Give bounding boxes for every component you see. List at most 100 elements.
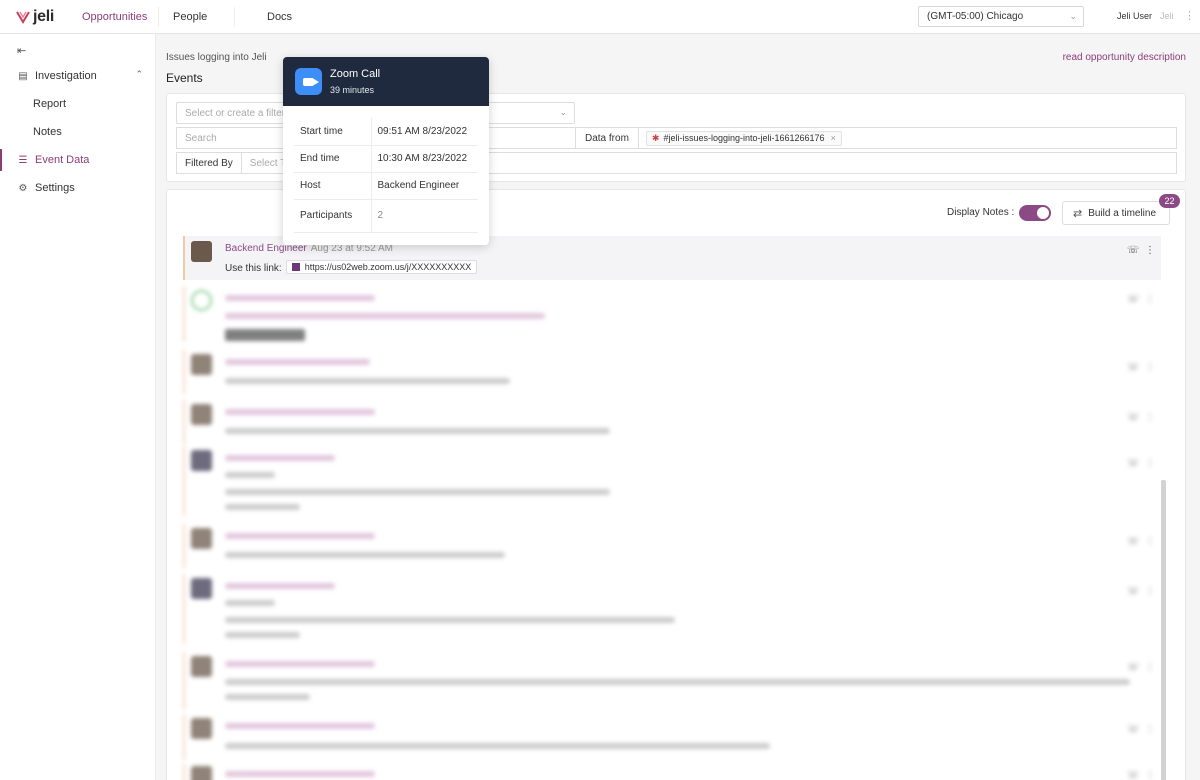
event-text [225, 617, 675, 623]
more-options-icon[interactable]: ⋮ [1145, 245, 1155, 256]
sidebar: ⇤ ▤ Investigation ⌃ Report Notes ☰ Event… [0, 34, 156, 780]
tag-icon[interactable]: ☏ [1127, 662, 1140, 673]
read-description-link[interactable]: read opportunity description [1063, 52, 1186, 63]
sidebar-item-notes[interactable]: Notes [0, 121, 156, 143]
top-navbar: jeli Opportunities People Docs (GMT-05:0… [0, 0, 1200, 34]
sidebar-item-label: Report [33, 98, 67, 110]
event-actions: ☏ ⋮ [1127, 770, 1155, 780]
zoom-link-icon [291, 263, 300, 271]
detail-value: 2 [371, 199, 478, 233]
timezone-select[interactable]: (GMT-05:00) Chicago ⌄ [918, 6, 1084, 27]
event-header [225, 661, 375, 667]
detail-row: End time 10:30 AM 8/23/2022 [294, 145, 478, 173]
zoom-link-chip[interactable]: https://us02web.zoom.us/j/XXXXXXXXXX [285, 260, 478, 274]
tag-icon[interactable]: ☏ [1127, 536, 1140, 547]
event-text [225, 378, 510, 384]
more-options-icon[interactable]: ⋮ [1145, 294, 1155, 305]
event-row[interactable]: ☏ ⋮ [183, 446, 1161, 516]
breadcrumb[interactable]: Issues logging into Jeli [166, 52, 267, 63]
nav-people[interactable]: People [173, 11, 207, 23]
tag-icon[interactable]: ☏ [1127, 362, 1140, 373]
remove-chip-icon[interactable]: × [831, 133, 836, 143]
event-header [225, 409, 375, 415]
avatar [191, 528, 212, 549]
timezone-value: (GMT-05:00) Chicago [927, 11, 1024, 22]
event-row[interactable]: ☏ ⋮ [183, 764, 1161, 780]
display-notes-label: Display Notes : [947, 207, 1015, 218]
avatar [191, 290, 212, 311]
event-header [225, 583, 335, 589]
user-name[interactable]: Jeli User [1117, 11, 1152, 21]
more-options-icon[interactable]: ⋮ [1145, 770, 1155, 780]
sidebar-item-event-data[interactable]: ☰ Event Data [0, 149, 156, 171]
nav-opportunities[interactable]: Opportunities [82, 11, 147, 23]
event-text [225, 743, 770, 749]
tag-icon[interactable]: ☏ [1127, 586, 1140, 597]
avatar [191, 241, 212, 262]
search-placeholder: Search [185, 133, 217, 144]
more-options-icon[interactable]: ⋮ [1145, 412, 1155, 423]
event-text [225, 504, 300, 510]
avatar [191, 354, 212, 375]
tag-icon[interactable]: ☏ [1127, 724, 1140, 735]
events-feed: Display Notes : ⇄ Build a timeline 22 Ba… [166, 189, 1186, 780]
avatar [191, 766, 212, 780]
sidebar-item-investigation[interactable]: ▤ Investigation ⌃ [0, 65, 156, 87]
nav-docs[interactable]: Docs [267, 11, 292, 23]
event-row[interactable]: ☏ ⋮ [183, 574, 1161, 644]
event-actions: ☏ ⋮ [1127, 662, 1155, 673]
event-text [225, 694, 310, 700]
tag-icon[interactable]: ☏ [1127, 770, 1140, 780]
filter-select-placeholder: Select or create a filter [185, 108, 286, 119]
event-actions: ☏ ⋮ [1127, 586, 1155, 597]
user-org: Jeli [1160, 11, 1174, 21]
sidebar-item-settings[interactable]: ⚙ Settings [0, 177, 156, 199]
more-options-icon[interactable]: ⋮ [1145, 724, 1155, 735]
more-options-icon[interactable]: ⋮ [1145, 458, 1155, 469]
popover-title: Zoom Call [330, 68, 381, 80]
display-notes-toggle[interactable] [1019, 205, 1051, 221]
tag-icon[interactable]: ☏ [1127, 412, 1140, 423]
event-text [225, 489, 610, 495]
clipboard-icon: ▤ [18, 70, 28, 82]
event-header [225, 771, 375, 777]
event-row[interactable]: ☏ ⋮ [183, 286, 1161, 342]
scrollbar-thumb[interactable] [1161, 480, 1166, 780]
chevron-down-icon: ⌄ [1069, 11, 1077, 21]
list-icon: ☰ [18, 154, 28, 166]
event-actions: ☏ ⋮ [1127, 536, 1155, 547]
event-accent-bar [183, 350, 185, 394]
tag-icon[interactable]: ☏ [1127, 294, 1140, 305]
sidebar-item-report[interactable]: Report [0, 93, 156, 115]
event-row[interactable]: ☏ ⋮ [183, 350, 1161, 394]
data-from-field[interactable]: Data from ✱ #jeli-issues-logging-into-je… [575, 127, 1177, 149]
event-row[interactable]: ☏ ⋮ [183, 524, 1161, 568]
more-options-icon[interactable]: ⋮ [1145, 586, 1155, 597]
event-header [225, 533, 375, 539]
tag-icon[interactable]: ☏ [1127, 458, 1140, 469]
popover-header: Zoom Call 39 minutes [283, 57, 489, 106]
more-options-icon[interactable]: ⋮ [1145, 662, 1155, 673]
event-accent-bar [183, 764, 185, 780]
more-options-icon[interactable]: ⋮ [1145, 536, 1155, 547]
avatar [191, 404, 212, 425]
avatar [191, 656, 212, 677]
nav-divider [158, 7, 159, 27]
video-camera-icon [295, 68, 322, 95]
event-row[interactable]: ☏ ⋮ [183, 400, 1161, 444]
event-row[interactable]: ☏ ⋮ [183, 652, 1161, 710]
more-options-icon[interactable]: ⋮ [1184, 9, 1195, 22]
channel-chip[interactable]: ✱ #jeli-issues-logging-into-jeli-1661266… [645, 130, 842, 146]
jeli-logo[interactable]: jeli [16, 8, 74, 26]
avatar [191, 718, 212, 739]
event-actions: ☏ ⋮ [1127, 362, 1155, 373]
event-accent-bar [183, 574, 185, 644]
event-actions: ☏ ⋮ [1127, 458, 1155, 469]
event-row[interactable]: ☏ ⋮ [183, 714, 1161, 760]
tag-icon[interactable]: ☏ [1127, 245, 1140, 256]
more-options-icon[interactable]: ⋮ [1145, 362, 1155, 373]
detail-value: Backend Engineer [371, 172, 478, 200]
event-actions: ☏ ⋮ [1127, 412, 1155, 423]
build-timeline-button[interactable]: ⇄ Build a timeline [1062, 201, 1170, 225]
collapse-sidebar-icon[interactable]: ⇤ [17, 44, 26, 57]
